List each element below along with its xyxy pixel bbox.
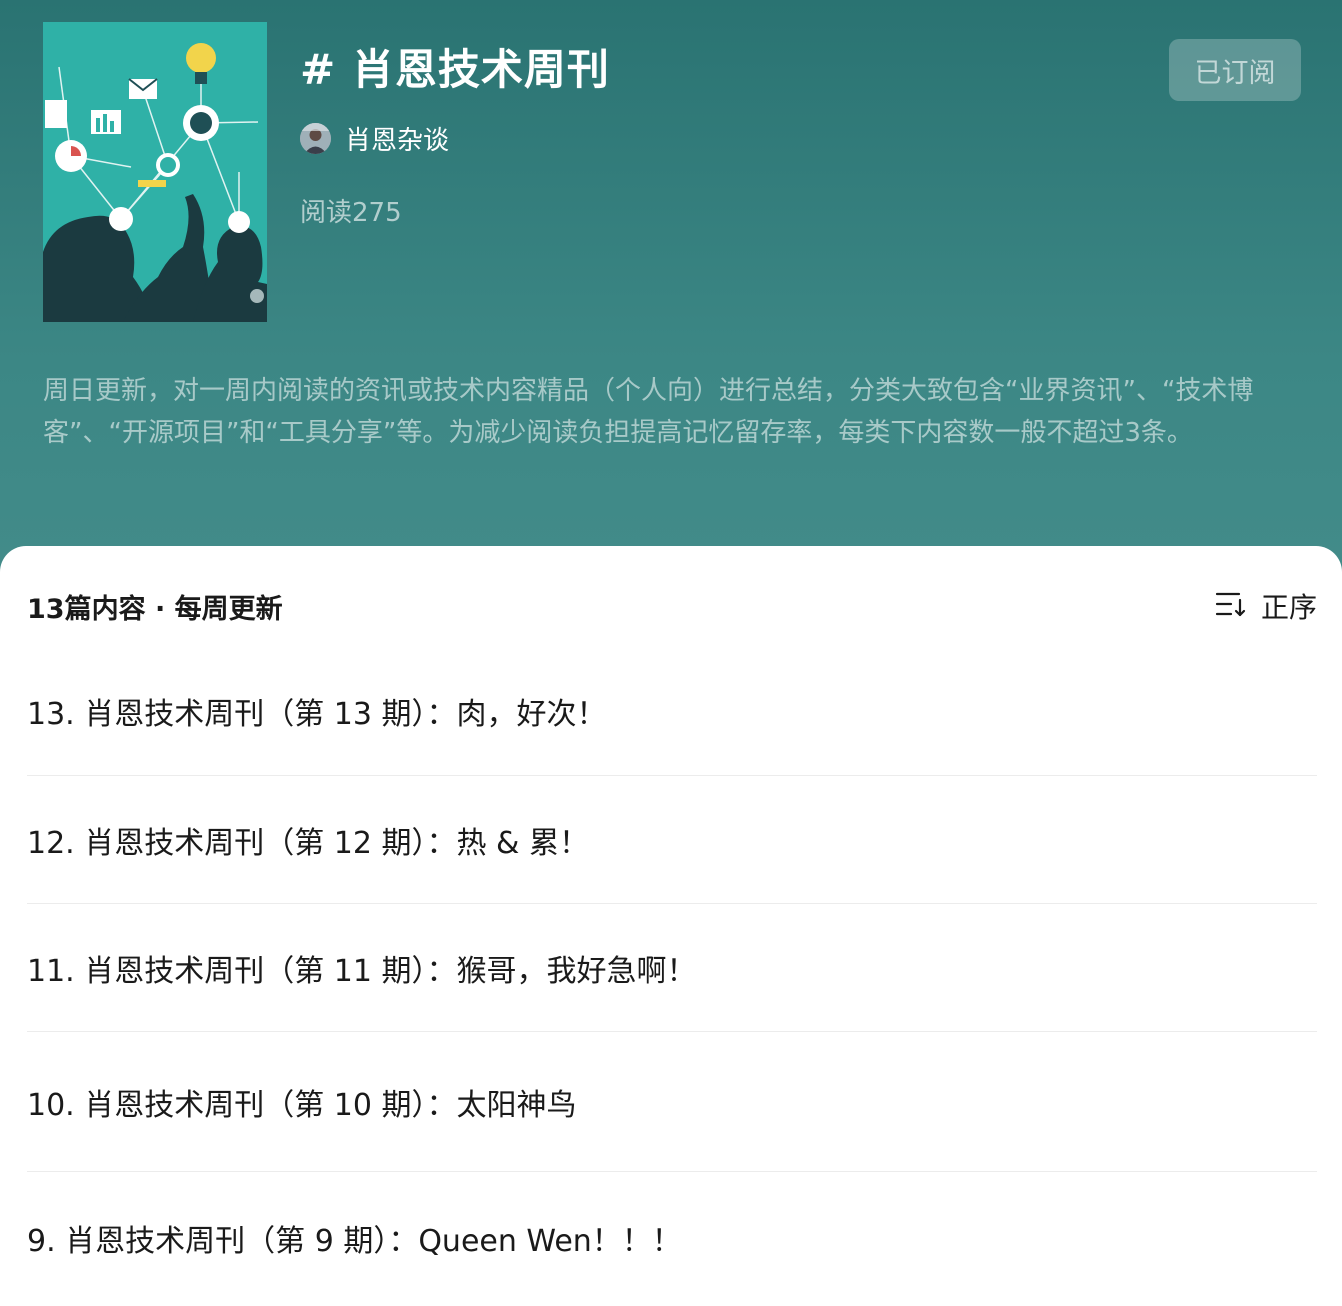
author-name: 肖恩杂谈: [345, 125, 450, 156]
sort-order-button[interactable]: 正序: [1215, 586, 1317, 626]
album-description: 周日更新，对一周内阅读的资讯或技术内容精品（个人向）进行总结，分类大致包含“业界…: [43, 376, 1254, 448]
author-link[interactable]: 肖恩杂谈: [300, 120, 449, 156]
album-cover-image: [43, 22, 267, 322]
article-list-panel: 13篇内容 · 每周更新 正序 13. 肖恩技术周刊（第 13 期）：肉，好次！: [0, 546, 1342, 1306]
album-header: # 肖恩技术周刊 肖恩杂谈 阅读275 已订阅 周日更新，对一周内阅读的资讯或技…: [0, 0, 1342, 600]
article-item[interactable]: 10. 肖恩技术周刊（第 10 期）：太阳神鸟: [27, 1032, 1317, 1172]
sort-label: 正序: [1260, 591, 1317, 624]
list-header: 13篇内容 · 每周更新 正序: [27, 586, 1317, 626]
subscribed-button[interactable]: 已订阅: [1169, 39, 1301, 101]
album-title: # 肖恩技术周刊: [300, 45, 610, 94]
read-count: 阅读275: [300, 198, 402, 228]
article-title: 12. 肖恩技术周刊（第 12 期）：热 & 累！: [27, 825, 589, 861]
article-title: 13. 肖恩技术周刊（第 13 期）：肉，好次！: [27, 697, 607, 732]
article-list: 13. 肖恩技术周刊（第 13 期）：肉，好次！ 12. 肖恩技术周刊（第 12…: [27, 647, 1317, 1304]
sort-icon: [1215, 590, 1247, 622]
author-avatar: [300, 122, 331, 154]
article-title: 9. 肖恩技术周刊（第 9 期）：Queen Wen！！！: [27, 1224, 682, 1259]
article-item[interactable]: 12. 肖恩技术周刊（第 12 期）：热 & 累！: [27, 776, 1317, 904]
article-count-label: 13篇内容 · 每周更新: [27, 593, 283, 625]
article-title: 11. 肖恩技术周刊（第 11 期）：猴哥，我好急啊！: [27, 953, 697, 989]
article-title: 10. 肖恩技术周刊（第 10 期）：太阳神鸟: [27, 1087, 577, 1123]
article-item[interactable]: 13. 肖恩技术周刊（第 13 期）：肉，好次！: [27, 647, 1317, 776]
article-item[interactable]: 11. 肖恩技术周刊（第 11 期）：猴哥，我好急啊！: [27, 904, 1317, 1032]
article-item[interactable]: 9. 肖恩技术周刊（第 9 期）：Queen Wen！！！: [27, 1172, 1317, 1304]
